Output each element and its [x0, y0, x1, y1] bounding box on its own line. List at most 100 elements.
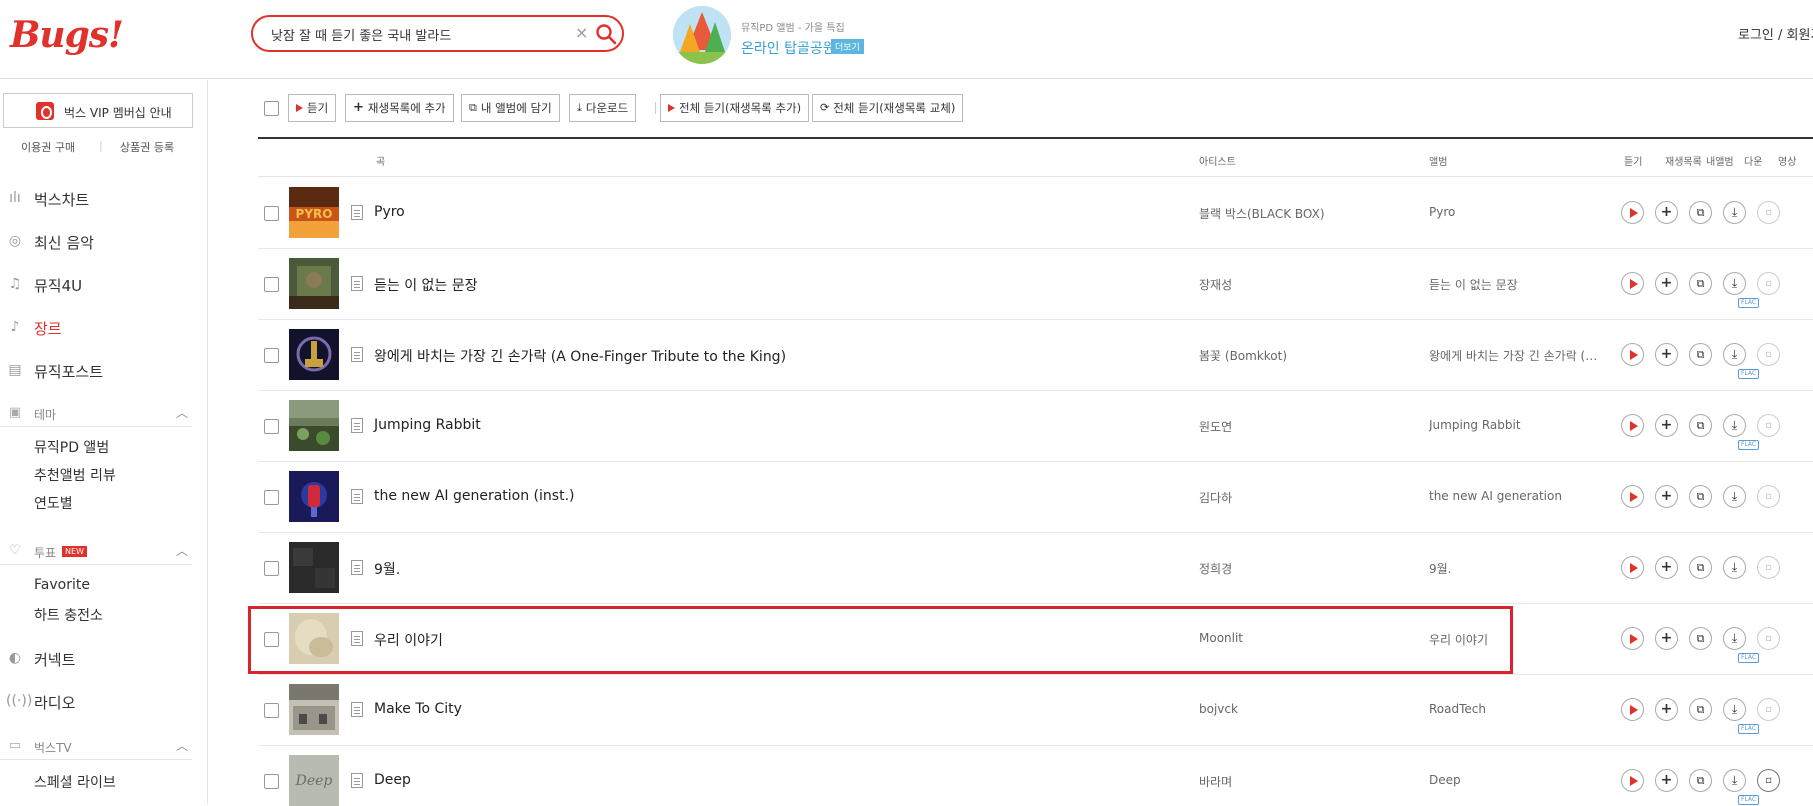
album-art[interactable]	[289, 329, 339, 380]
track-artist[interactable]: 블랙 박스(BLACK BOX)	[1199, 205, 1325, 222]
play-button[interactable]	[1621, 556, 1644, 579]
sidebar-item-special-live[interactable]: 스페셜 라이브	[34, 772, 116, 792]
download-button[interactable]: ⤓ 다운로드	[569, 94, 637, 122]
section-header-theme[interactable]: ▣ 테마 ︿	[0, 401, 192, 427]
sidebar-item-genre[interactable]: ♪ 장르	[0, 313, 200, 341]
lyrics-icon[interactable]	[351, 560, 363, 575]
track-album[interactable]: 9월.	[1429, 560, 1452, 577]
clear-icon[interactable]: ×	[575, 23, 588, 42]
play-button[interactable]	[1621, 414, 1644, 437]
lyrics-icon[interactable]	[351, 773, 363, 788]
add-to-album-icon[interactable]: ⧉	[1689, 556, 1712, 579]
table-row[interactable]: Deep Deep 바라며 Deep + ⧉ ⤓ FLAC ▫	[258, 746, 1813, 806]
add-to-album-icon[interactable]: ⧉	[1689, 485, 1712, 508]
track-title[interactable]: 9월.	[374, 559, 400, 579]
sidebar-item-favorite[interactable]: Favorite	[34, 577, 90, 593]
table-row[interactable]: the new AI generation (inst.) 김다하 the ne…	[258, 462, 1813, 533]
track-artist[interactable]: 김다하	[1199, 489, 1232, 506]
download-icon[interactable]: ⤓	[1723, 201, 1746, 224]
row-checkbox[interactable]	[264, 277, 279, 292]
add-to-playlist-icon[interactable]: +	[1655, 769, 1678, 792]
lyrics-icon[interactable]	[351, 347, 363, 362]
add-to-playlist-button[interactable]: + 재생목록에 추가	[345, 94, 454, 122]
track-title[interactable]: 왕에게 바치는 가장 긴 손가락 (A One-Finger Tribute t…	[374, 346, 786, 366]
sidebar-item-musicpost[interactable]: ▤ 뮤직포스트	[0, 356, 200, 384]
lyrics-icon[interactable]	[351, 205, 363, 220]
add-to-playlist-icon[interactable]: +	[1655, 556, 1678, 579]
video-icon[interactable]: ▫	[1757, 769, 1780, 792]
row-checkbox[interactable]	[264, 703, 279, 718]
add-to-album-icon[interactable]: ⧉	[1689, 698, 1712, 721]
sidebar-item-radio[interactable]: ((·)) 라디오	[0, 687, 200, 715]
promo-thumbnail[interactable]	[673, 6, 731, 64]
track-album[interactable]: Deep	[1429, 773, 1461, 787]
add-to-playlist-icon[interactable]: +	[1655, 627, 1678, 650]
table-row[interactable]: PYRO Pyro 블랙 박스(BLACK BOX) Pyro + ⧉ ⤓ ▫	[258, 178, 1813, 249]
play-all-add-button[interactable]: 전체 듣기(재생목록 추가)	[660, 94, 810, 122]
download-icon[interactable]: ⤓	[1723, 485, 1746, 508]
chevron-up-icon[interactable]: ︿	[176, 404, 188, 421]
lyrics-icon[interactable]	[351, 489, 363, 504]
track-album[interactable]: RoadTech	[1429, 702, 1486, 716]
track-artist[interactable]: 정희경	[1199, 560, 1232, 577]
add-to-album-icon[interactable]: ⧉	[1689, 414, 1712, 437]
add-to-album-icon[interactable]: ⧉	[1689, 627, 1712, 650]
row-checkbox[interactable]	[264, 490, 279, 505]
track-album[interactable]: 듣는 이 없는 문장	[1429, 276, 1518, 293]
add-to-playlist-icon[interactable]: +	[1655, 272, 1678, 295]
add-to-playlist-icon[interactable]: +	[1655, 201, 1678, 224]
add-to-playlist-icon[interactable]: +	[1655, 414, 1678, 437]
album-art[interactable]	[289, 684, 339, 735]
album-art[interactable]	[289, 471, 339, 522]
search-box[interactable]: 낮잠 잘 때 듣기 좋은 국내 발라드 ×	[251, 15, 624, 52]
promo-title[interactable]: 온라인 탑골공원	[741, 38, 836, 58]
track-title[interactable]: Jumping Rabbit	[374, 417, 481, 433]
add-to-playlist-icon[interactable]: +	[1655, 485, 1678, 508]
download-icon[interactable]: ⤓	[1723, 343, 1746, 366]
track-album[interactable]: Pyro	[1429, 205, 1455, 219]
sidebar-item-heart-charge[interactable]: 하트 충전소	[34, 605, 103, 625]
promo-more-badge[interactable]: 더보기	[831, 39, 864, 54]
download-icon[interactable]: ⤓	[1723, 556, 1746, 579]
album-art[interactable]	[289, 400, 339, 451]
section-header-tv[interactable]: ▭ 벅스TV ︿	[0, 734, 192, 760]
play-button[interactable]	[1621, 272, 1644, 295]
table-row[interactable]: 왕에게 바치는 가장 긴 손가락 (A One-Finger Tribute t…	[258, 320, 1813, 391]
download-icon[interactable]: ⤓	[1723, 414, 1746, 437]
download-icon[interactable]: ⤓	[1723, 627, 1746, 650]
track-title[interactable]: Pyro	[374, 204, 405, 220]
track-title[interactable]: 듣는 이 없는 문장	[374, 275, 478, 295]
sidebar-item-by-year[interactable]: 연도별	[34, 493, 73, 513]
lyrics-icon[interactable]	[351, 702, 363, 717]
table-row[interactable]: 듣는 이 없는 문장 장재성 듣는 이 없는 문장 + ⧉ ⤓ FLAC ▫	[258, 249, 1813, 320]
album-art[interactable]: PYRO	[289, 187, 339, 238]
track-artist[interactable]: 장재성	[1199, 276, 1232, 293]
sidebar-item-chart[interactable]: ılı 벅스차트	[0, 184, 200, 212]
search-input[interactable]: 낮잠 잘 때 듣기 좋은 국내 발라드	[271, 25, 451, 44]
track-artist[interactable]: 봄꽃 (Bomkkot)	[1199, 347, 1287, 364]
play-button[interactable]	[1621, 201, 1644, 224]
album-art[interactable]	[289, 258, 339, 309]
search-icon[interactable]	[595, 23, 617, 45]
play-button[interactable]	[1621, 627, 1644, 650]
play-button[interactable]	[1621, 485, 1644, 508]
section-header-vote[interactable]: ♡ 투표 NEW ︿	[0, 539, 192, 565]
add-to-playlist-icon[interactable]: +	[1655, 343, 1678, 366]
row-checkbox[interactable]	[264, 561, 279, 576]
add-to-album-icon[interactable]: ⧉	[1689, 272, 1712, 295]
download-icon[interactable]: ⤓	[1723, 698, 1746, 721]
add-to-album-icon[interactable]: ⧉	[1689, 201, 1712, 224]
track-album[interactable]: the new AI generation	[1429, 489, 1562, 503]
track-album[interactable]: 왕에게 바치는 가장 긴 손가락 (…	[1429, 347, 1597, 364]
chevron-up-icon[interactable]: ︿	[176, 542, 188, 559]
add-to-album-icon[interactable]: ⧉	[1689, 769, 1712, 792]
bugs-logo[interactable]: Bugs!	[10, 14, 124, 56]
track-title[interactable]: Deep	[374, 772, 411, 788]
add-to-playlist-icon[interactable]: +	[1655, 698, 1678, 721]
select-all-checkbox[interactable]	[264, 101, 279, 116]
chevron-up-icon[interactable]: ︿	[176, 737, 188, 754]
table-row[interactable]: Jumping Rabbit 원도연 Jumping Rabbit + ⧉ ⤓ …	[258, 391, 1813, 462]
track-artist[interactable]: bojvck	[1199, 702, 1238, 716]
sidebar-item-musicpd[interactable]: 뮤직PD 앨범	[34, 437, 109, 457]
lyrics-icon[interactable]	[351, 418, 363, 433]
